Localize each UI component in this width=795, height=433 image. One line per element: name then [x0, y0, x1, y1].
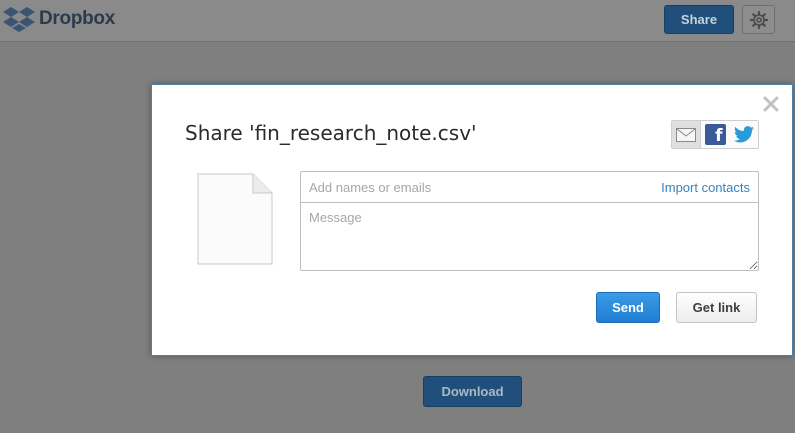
send-button[interactable]: Send [596, 292, 660, 323]
share-dialog: Share 'fin_research_note.csv' f Import c… [151, 84, 793, 356]
twitter-icon [733, 126, 754, 143]
facebook-icon: f [704, 124, 726, 145]
get-link-button[interactable]: Get link [676, 292, 757, 323]
message-input[interactable] [300, 203, 759, 271]
import-contacts-link[interactable]: Import contacts [661, 180, 750, 195]
download-button[interactable]: Download [423, 376, 522, 407]
top-bar: Dropbox Share [0, 0, 795, 42]
recipients-field: Import contacts [300, 171, 759, 203]
twitter-share-button[interactable] [729, 121, 758, 148]
dialog-title: Share 'fin_research_note.csv' [185, 121, 477, 145]
share-via-toolbar: f [671, 120, 759, 149]
document-icon [197, 173, 273, 265]
settings-button[interactable] [742, 5, 775, 34]
recipients-input[interactable] [301, 172, 649, 202]
dropbox-logo-icon[interactable] [2, 5, 36, 33]
close-icon[interactable] [762, 95, 780, 113]
facebook-share-button[interactable]: f [701, 121, 730, 148]
email-icon [675, 127, 696, 142]
gear-icon [749, 10, 768, 29]
share-button[interactable]: Share [664, 5, 734, 34]
email-share-button[interactable] [672, 121, 701, 148]
app-name[interactable]: Dropbox [39, 8, 115, 30]
